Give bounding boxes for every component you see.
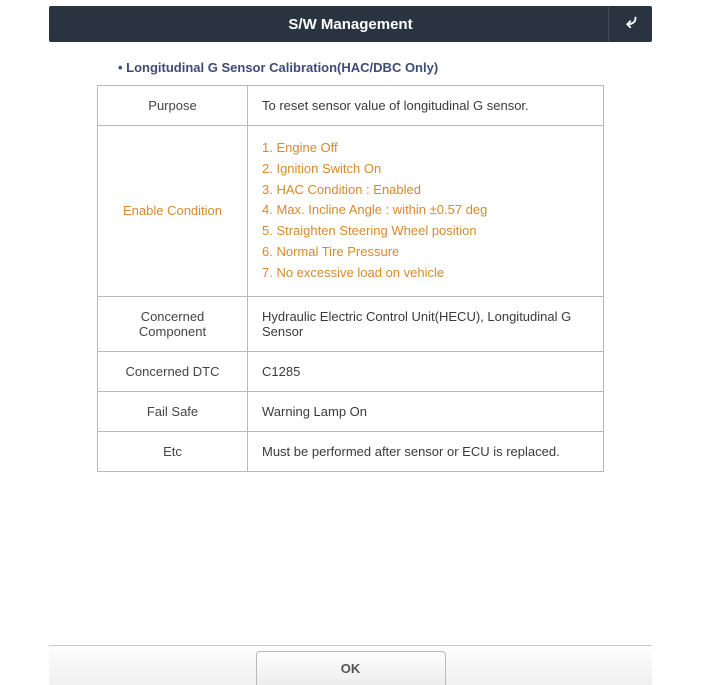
row-value-enable: 1. Engine Off 2. Ignition Switch On 3. H…: [248, 126, 604, 297]
header-bar: S/W Management: [49, 6, 652, 42]
row-label-failsafe: Fail Safe: [98, 391, 248, 431]
enable-step: 1. Engine Off: [262, 138, 589, 159]
section-subtitle: • Longitudinal G Sensor Calibration(HAC/…: [118, 60, 701, 75]
row-value-component: Hydraulic Electric Control Unit(HECU), L…: [248, 296, 604, 351]
row-value-purpose: To reset sensor value of longitudinal G …: [248, 86, 604, 126]
table-row: Fail Safe Warning Lamp On: [98, 391, 604, 431]
enable-step: 5. Straighten Steering Wheel position: [262, 221, 589, 242]
row-value-etc: Must be performed after sensor or ECU is…: [248, 431, 604, 471]
enable-step: 6. Normal Tire Pressure: [262, 242, 589, 263]
row-label-etc: Etc: [98, 431, 248, 471]
return-arrow-icon: [622, 13, 640, 36]
footer-bar: OK: [49, 645, 652, 685]
ok-button[interactable]: OK: [256, 651, 446, 685]
enable-step: 2. Ignition Switch On: [262, 159, 589, 180]
table-row: Etc Must be performed after sensor or EC…: [98, 431, 604, 471]
row-label-purpose: Purpose: [98, 86, 248, 126]
table-row: Purpose To reset sensor value of longitu…: [98, 86, 604, 126]
table-row: Concerned Component Hydraulic Electric C…: [98, 296, 604, 351]
row-value-failsafe: Warning Lamp On: [248, 391, 604, 431]
row-label-component: Concerned Component: [98, 296, 248, 351]
row-value-dtc: C1285: [248, 351, 604, 391]
row-label-dtc: Concerned DTC: [98, 351, 248, 391]
row-label-enable: Enable Condition: [98, 126, 248, 297]
table-row: Enable Condition 1. Engine Off 2. Igniti…: [98, 126, 604, 297]
page-title: S/W Management: [288, 16, 412, 33]
enable-step: 4. Max. Incline Angle : within ±0.57 deg: [262, 200, 589, 221]
info-table: Purpose To reset sensor value of longitu…: [97, 85, 604, 472]
back-button[interactable]: [608, 6, 652, 42]
enable-step: 7. No excessive load on vehicle: [262, 263, 589, 284]
enable-step: 3. HAC Condition : Enabled: [262, 180, 589, 201]
table-row: Concerned DTC C1285: [98, 351, 604, 391]
